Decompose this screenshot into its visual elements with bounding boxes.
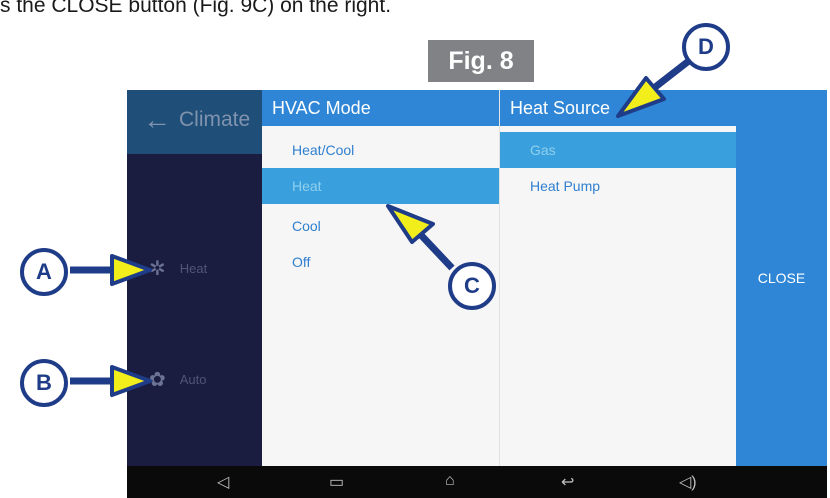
callout-d: D: [682, 23, 730, 71]
callout-d-arrow: [616, 57, 693, 118]
callout-c: C: [448, 262, 496, 310]
callout-a: A: [20, 248, 68, 296]
callout-b: B: [20, 359, 68, 407]
callout-c-arrow: [386, 204, 455, 271]
callout-arrows: [70, 57, 693, 397]
callout-b-arrow: [70, 365, 152, 397]
callout-a-arrow: [70, 254, 152, 286]
